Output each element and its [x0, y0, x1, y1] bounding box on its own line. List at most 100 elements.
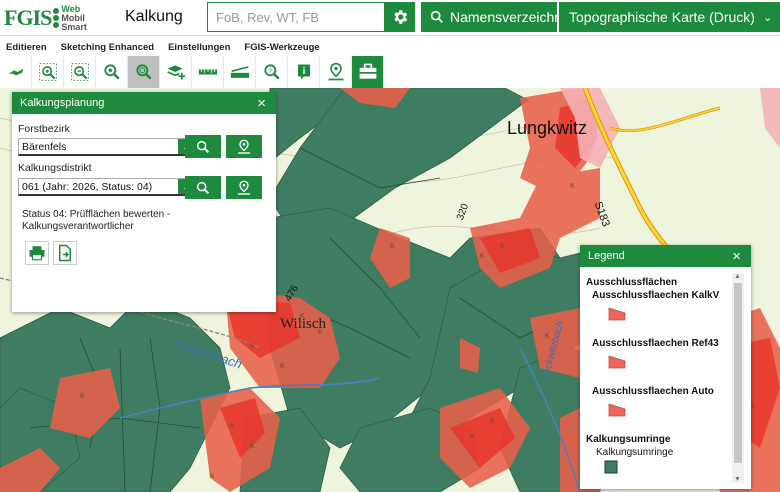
search-input[interactable]: FoB, Rev, WT, FB — [207, 2, 385, 32]
measure-distance-icon — [198, 69, 217, 75]
search-icon — [430, 10, 443, 23]
settings-button[interactable] — [385, 2, 415, 32]
measure-area-button[interactable] — [224, 56, 256, 88]
map-toolbar: ? — [0, 56, 390, 88]
forstbezirk-value: Bärenfels — [22, 141, 67, 153]
distrikt-select[interactable]: 061 (Jahr: 2026, Status: 04) ⌄ — [18, 178, 195, 196]
map-pin-icon — [238, 139, 250, 154]
status-text: Status 04: Prüfflächen bewerten - Kalkun… — [22, 209, 171, 232]
app-title: Kalkung — [125, 8, 183, 25]
place-label-wilisch: Wilisch — [280, 316, 327, 332]
app-window: KKK KKK KKK KKK KKK KKK Lungkwitz Wilisc… — [0, 0, 780, 492]
svg-text:K: K — [280, 363, 285, 370]
scroll-down-icon[interactable]: ▼ — [734, 476, 741, 483]
zoom-in-button[interactable] — [32, 56, 64, 88]
file-export-icon — [59, 244, 71, 262]
distrikt-locate-button[interactable] — [226, 176, 262, 199]
zoom-previous-icon — [135, 64, 152, 80]
basemap-select[interactable]: Topographische Karte (Druck) ⌄ — [559, 2, 780, 32]
legend-swatch-kalkungsumringe — [604, 460, 618, 474]
svg-text:K: K — [500, 243, 505, 250]
place-marker-button[interactable] — [320, 56, 352, 88]
measure-area-icon — [230, 66, 249, 78]
scrollbar-thumb[interactable] — [734, 283, 742, 463]
zoom-full-button[interactable] — [96, 56, 128, 88]
printer-icon — [29, 246, 45, 261]
logo-word-smart: Smart — [61, 21, 87, 32]
info-icon — [297, 64, 310, 80]
export-button[interactable] — [53, 241, 77, 265]
distrikt-value: 061 (Jahr: 2026, Status: 04) — [22, 181, 153, 193]
svg-text:K: K — [250, 343, 255, 350]
close-icon[interactable]: × — [257, 96, 266, 111]
scroll-up-icon[interactable]: ▲ — [734, 273, 741, 280]
forstbezirk-zoom-button[interactable] — [185, 135, 221, 158]
print-button[interactable] — [25, 241, 49, 265]
zoom-to-icon — [196, 181, 210, 194]
svg-text:?: ? — [268, 68, 272, 75]
chevron-down-icon: ⌄ — [762, 11, 773, 24]
menu-item-editieren[interactable]: Editieren — [6, 42, 47, 53]
legend-item-kalkv: Ausschlussflaechen KalkV — [592, 290, 720, 301]
basemap-label: Topographische Karte (Druck) — [569, 9, 755, 25]
toolbox-icon — [359, 63, 376, 79]
logo-mark: FGIS — [4, 5, 52, 30]
svg-text:K: K — [390, 243, 395, 250]
svg-text:K: K — [470, 433, 475, 440]
close-icon[interactable]: × — [732, 249, 741, 264]
legend-group-kalkungsumringe: Kalkungsumringe — [586, 434, 671, 445]
legend-body[interactable]: Ausschlussflächen Ausschlussflaechen Kal… — [580, 267, 751, 489]
info-button[interactable] — [288, 56, 320, 88]
names-directory-button[interactable]: Namensverzeichnis — [421, 2, 557, 32]
add-layer-button[interactable] — [160, 56, 192, 88]
zoom-out-icon — [70, 63, 89, 81]
legend-title: Legend — [588, 250, 625, 262]
pan-tool-icon — [8, 68, 23, 76]
pan-tool-button[interactable] — [0, 56, 32, 88]
zoom-in-icon — [38, 63, 57, 81]
measure-distance-button[interactable] — [192, 56, 224, 88]
fgis-logo: FGIS Web Mobil Smart — [4, 3, 90, 33]
legend-item-auto: Ausschlussflaechen Auto — [592, 386, 714, 397]
svg-text:K: K — [210, 473, 215, 480]
zoom-to-icon — [196, 140, 210, 153]
distrikt-zoom-button[interactable] — [185, 176, 221, 199]
svg-text:K: K — [80, 393, 85, 400]
toolbox-button[interactable] — [352, 56, 384, 88]
legend-swatch-auto — [608, 403, 626, 417]
menu-item-fgis-werkzeuge[interactable]: FGIS-Werkzeuge — [244, 42, 319, 53]
forstbezirk-select[interactable]: Bärenfels ⌄ — [18, 138, 195, 156]
legend-item-kalkungsumringe: Kalkungsumringe — [596, 447, 674, 458]
svg-text:K: K — [490, 418, 495, 425]
planning-panel-title: Kalkungsplanung — [20, 97, 105, 109]
logo-words: Web Mobil Smart — [61, 4, 87, 32]
zoom-full-icon — [103, 64, 120, 80]
svg-text:K: K — [250, 443, 255, 450]
legend-scrollbar[interactable]: ▲ ▼ — [732, 273, 744, 483]
forstbezirk-locate-button[interactable] — [226, 135, 262, 158]
svg-text:K: K — [570, 183, 575, 190]
menu-bar: Editieren Sketching Enhanced Einstellung… — [0, 38, 780, 56]
legend-panel: Legend × Ausschlussflächen Ausschlussfla… — [580, 245, 751, 489]
app-header: FGIS Web Mobil Smart Kalkung FoB, Rev, W… — [0, 0, 780, 36]
legend-header: Legend × — [580, 245, 751, 267]
identify-icon: ? — [263, 64, 280, 80]
zoom-out-button[interactable] — [64, 56, 96, 88]
legend-swatch-kalkv — [608, 307, 626, 321]
zoom-previous-button[interactable] — [128, 56, 160, 88]
menu-item-sketching[interactable]: Sketching Enhanced — [61, 42, 154, 53]
place-label-lungkwitz: Lungkwitz — [507, 118, 588, 138]
distrikt-label: Kalkungsdistrikt — [18, 162, 92, 174]
legend-item-ref43: Ausschlussflaechen Ref43 — [592, 338, 719, 349]
gear-icon — [394, 10, 408, 24]
menu-item-einstellungen[interactable]: Einstellungen — [168, 42, 230, 53]
forstbezirk-label: Forstbezirk — [18, 123, 70, 135]
place-marker-icon — [328, 62, 343, 81]
legend-swatch-ref43 — [608, 355, 626, 369]
svg-text:K: K — [230, 423, 235, 430]
planning-panel-header: Kalkungsplanung × — [12, 92, 276, 114]
legend-group-ausschluss: Ausschlussflächen — [586, 277, 678, 288]
logo-dots — [53, 8, 60, 28]
identify-button[interactable]: ? — [256, 56, 288, 88]
names-directory-label: Namensverzeichnis — [450, 9, 557, 25]
